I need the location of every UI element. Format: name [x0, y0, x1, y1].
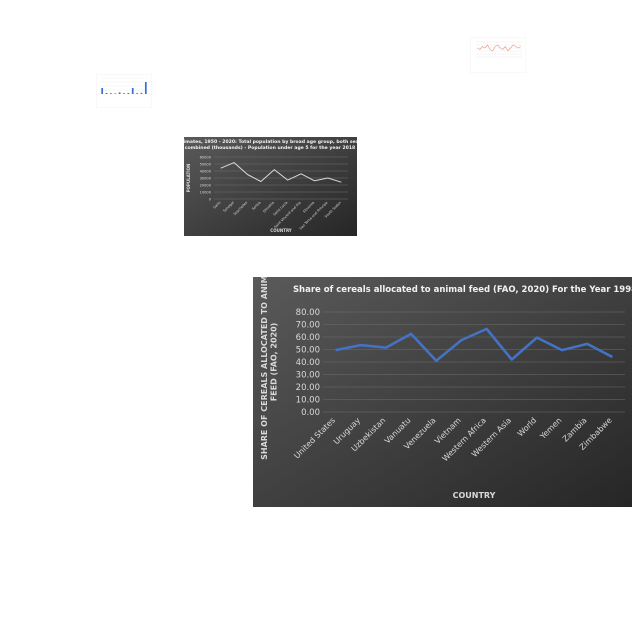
y-tick-label: 0.00 [301, 408, 320, 418]
y-tick-label: 20000 [200, 183, 212, 187]
bar [101, 88, 104, 94]
bar [118, 92, 121, 94]
thumb-line-svg [469, 36, 527, 74]
y-tick-label: 30000 [200, 176, 212, 180]
y-tick-label: 60.00 [296, 333, 320, 343]
y-tick-label: 50000 [200, 162, 212, 166]
y-tick-label: 20.00 [296, 383, 320, 393]
y-axis-title: SHARE OF CEREALS ALLOCATED TO ANIMAL [260, 277, 269, 460]
chart-title: combined (thousands) - Population under … [185, 145, 355, 151]
bar [105, 93, 108, 94]
chart-background [95, 73, 153, 109]
y-tick-label: 80.00 [296, 308, 320, 318]
bar [140, 92, 143, 94]
y-tick-label: 10000 [200, 190, 212, 194]
chart-background [469, 36, 527, 74]
thumb-line-chart [469, 36, 527, 74]
chart-title: Estimates, 1950 - 2020: Total population… [184, 139, 357, 145]
cereal-feed-chart: 80.00 70.00 60.00 50.00 40.00 30.00 20.00 10.00… [253, 264, 637, 507]
x-axis-title: COUNTRY [453, 491, 496, 500]
y-tick-label: 50.00 [296, 345, 320, 355]
x-axis-title: COUNTRY [270, 228, 292, 233]
bar [114, 93, 117, 94]
y-tick-label: 10.00 [296, 395, 320, 405]
population-chart-svg: 6000050000400003000020000100000Saint Sene… [175, 137, 365, 236]
thumb-bar-svg [95, 73, 153, 109]
y-axis-title: POPULATION [186, 164, 191, 193]
y-tick-label: 70.00 [296, 320, 320, 330]
thumb-bar-chart [95, 73, 153, 109]
bar [136, 93, 138, 94]
y-tick-label: 30.00 [296, 370, 320, 380]
y-tick-label: 40.00 [296, 358, 320, 368]
chart-title: Share of cereals allocated to animal fee… [293, 285, 632, 295]
y-axis-title: FEED (FAO, 2020) [270, 323, 279, 402]
population-chart: 60000 50000 40000 30000 20000 10000 0 Saint Sene… [175, 137, 365, 236]
bar [131, 88, 134, 94]
bar [123, 93, 125, 94]
bar [144, 82, 147, 94]
bar [127, 93, 130, 94]
y-tick-label: 60000 [200, 155, 212, 159]
y-tick-label: 40000 [200, 169, 212, 173]
bar [110, 93, 112, 94]
cereal-feed-chart-svg: 80.00 70.00 60.00 50.00 40.00 30.00 20.00 10.00… [253, 264, 637, 507]
